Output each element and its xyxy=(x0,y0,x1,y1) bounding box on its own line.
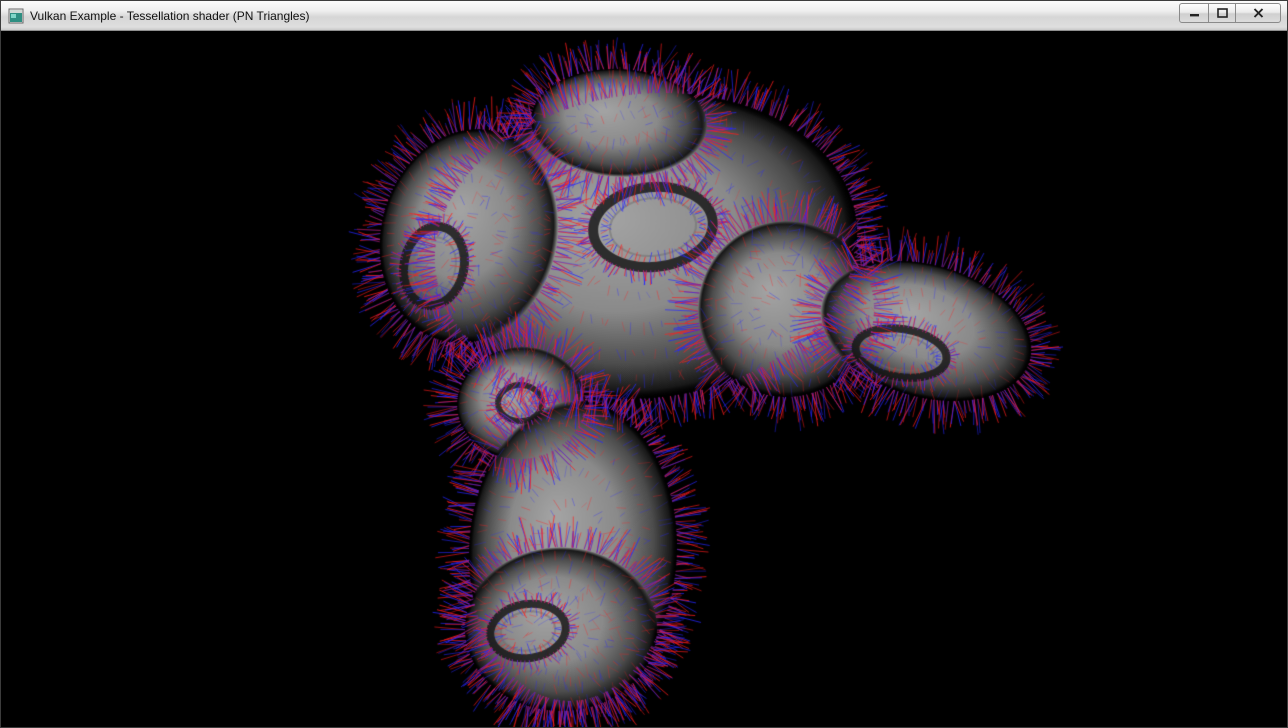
app-icon[interactable] xyxy=(8,8,24,24)
close-icon xyxy=(1253,8,1264,18)
title-bar[interactable]: Vulkan Example - Tessellation shader (PN… xyxy=(1,1,1287,31)
app-window: Vulkan Example - Tessellation shader (PN… xyxy=(0,0,1288,728)
close-button[interactable] xyxy=(1235,3,1281,23)
render-area xyxy=(1,31,1287,727)
minimize-button[interactable] xyxy=(1179,3,1209,23)
maximize-icon xyxy=(1217,8,1228,18)
minimize-icon xyxy=(1189,8,1200,17)
window-controls xyxy=(1179,0,1281,32)
vulkan-render-viewport[interactable] xyxy=(1,31,1287,727)
window-title: Vulkan Example - Tessellation shader (PN… xyxy=(30,9,1179,23)
maximize-button[interactable] xyxy=(1208,3,1236,23)
